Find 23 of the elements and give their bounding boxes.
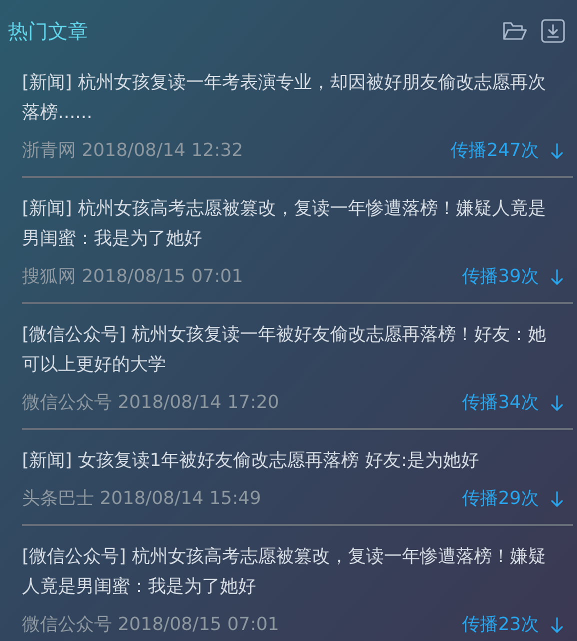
article-headline[interactable]: [新闻] 杭州女孩高考志愿被篡改，复读一年惨遭落榜！嫌疑人竟是男闺蜜：我是为了她好 bbox=[22, 194, 573, 254]
arrow-down-icon[interactable] bbox=[551, 395, 563, 411]
arrow-down-icon[interactable] bbox=[551, 269, 563, 285]
share-count: 传播39次 bbox=[462, 265, 539, 289]
download-icon[interactable] bbox=[541, 19, 565, 43]
article-headline[interactable]: [新闻] 女孩复读1年被好友偷改志愿再落榜 好友:是为她好 bbox=[22, 446, 573, 476]
share-count: 传播247次 bbox=[450, 139, 539, 163]
arrow-down-icon[interactable] bbox=[551, 617, 563, 633]
article-source-time: 浙青网 2018/08/14 12:32 bbox=[22, 139, 244, 163]
share-count: 传播29次 bbox=[462, 487, 539, 511]
article-source-time: 头条巴士 2018/08/14 15:49 bbox=[22, 487, 262, 511]
arrow-down-icon[interactable] bbox=[551, 491, 563, 507]
panel-title: 热门文章 bbox=[8, 18, 88, 45]
article-source-time: 搜狐网 2018/08/15 07:01 bbox=[22, 265, 244, 289]
share-count: 传播34次 bbox=[462, 391, 539, 415]
share-count: 传播23次 bbox=[462, 613, 539, 637]
article-source-time: 微信公众号 2018/08/14 17:20 bbox=[22, 391, 280, 415]
arrow-down-icon[interactable] bbox=[551, 143, 563, 159]
folder-icon[interactable] bbox=[503, 21, 527, 41]
article-headline[interactable]: [微信公众号] 杭州女孩高考志愿被篡改，复读一年惨遭落榜！嫌疑人竟是男闺蜜：我是为了她好 bbox=[22, 542, 573, 602]
article-headline[interactable]: [新闻] 杭州女孩复读一年考表演专业，却因被好朋友偷改志愿再次落榜...... bbox=[22, 68, 573, 128]
article-source-time: 微信公众号 2018/08/15 07:01 bbox=[22, 613, 280, 637]
article-headline[interactable]: [微信公众号] 杭州女孩复读一年被好友偷改志愿再落榜！好友：她可以上更好的大学 bbox=[22, 320, 573, 380]
